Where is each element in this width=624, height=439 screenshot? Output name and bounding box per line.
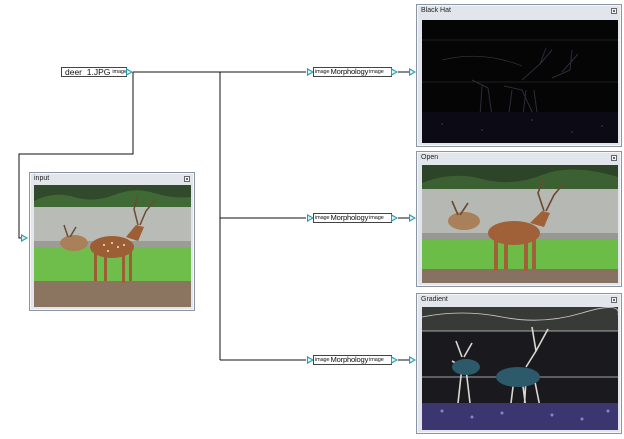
black-hat-viewer-title: Black Hat <box>421 7 451 14</box>
source-filename: deer_1.JPG <box>65 67 111 77</box>
morph-2-title: Morphology <box>330 213 369 222</box>
input-viewer-title: input <box>34 175 50 182</box>
input-viewer[interactable]: input <box>29 172 195 311</box>
morph-1-title: Morphology <box>330 67 369 76</box>
source-output-port-icon[interactable] <box>126 68 133 76</box>
gradient-input-port-icon[interactable] <box>409 356 416 364</box>
maximize-icon[interactable] <box>611 297 617 303</box>
source-output-port-label: image <box>112 69 127 75</box>
morph-3-input-label: image <box>315 357 330 363</box>
input-image <box>34 185 191 307</box>
open-input-port-icon[interactable] <box>409 214 416 222</box>
morph-1-input-label: image <box>315 69 330 75</box>
black-hat-image <box>422 20 618 143</box>
open-image <box>422 165 618 283</box>
gradient-viewer[interactable]: Gradient <box>416 293 622 434</box>
maximize-icon[interactable] <box>184 176 190 182</box>
morph-3-output-port-icon[interactable] <box>391 356 398 364</box>
maximize-icon[interactable] <box>611 155 617 161</box>
morph-2-input-label: image <box>315 215 330 221</box>
morph-1-output-label: image <box>369 69 384 75</box>
open-viewer[interactable]: Open <box>416 151 622 287</box>
input-viewer-port-icon[interactable] <box>21 234 28 242</box>
gradient-image <box>422 307 618 430</box>
source-node[interactable]: deer_1.JPG image <box>61 67 127 77</box>
morphology-node-2[interactable]: image Morphology image <box>313 213 392 223</box>
gradient-viewer-title: Gradient <box>421 296 448 303</box>
morphology-node-1[interactable]: image Morphology image <box>313 67 392 77</box>
morph-2-output-port-icon[interactable] <box>391 214 398 222</box>
black-hat-input-port-icon[interactable] <box>409 68 416 76</box>
open-viewer-title: Open <box>421 154 439 161</box>
morphology-node-3[interactable]: image Morphology image <box>313 355 392 365</box>
morph-3-output-label: image <box>369 357 384 363</box>
maximize-icon[interactable] <box>611 8 617 14</box>
morph-1-output-port-icon[interactable] <box>391 68 398 76</box>
black-hat-viewer[interactable]: Black Hat <box>416 4 622 147</box>
morph-3-title: Morphology <box>330 355 369 364</box>
morph-2-output-label: image <box>369 215 384 221</box>
